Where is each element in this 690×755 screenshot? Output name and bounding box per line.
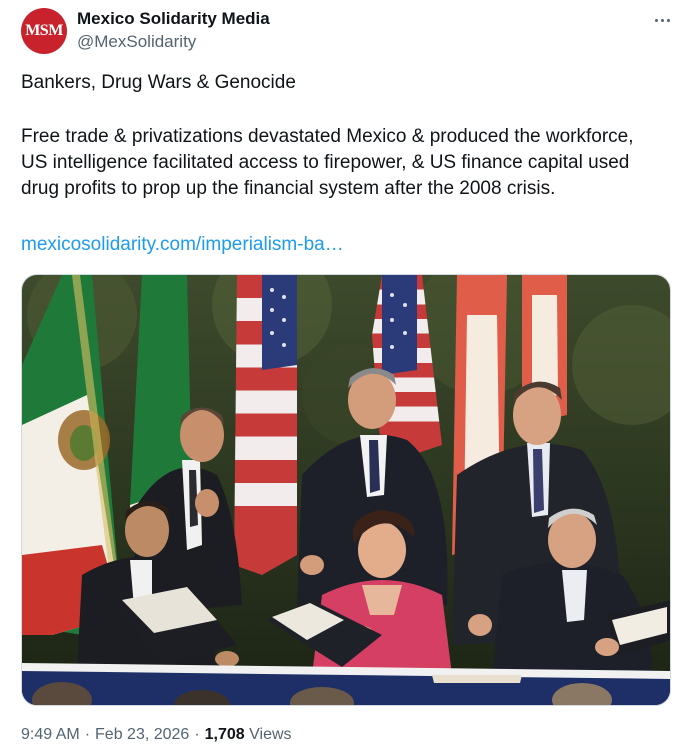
article-link[interactable]: mexicosolidarity.com/imperialism-ba…	[21, 232, 344, 258]
tweet-paragraph-line: Free trade & privatizations devastated M…	[21, 126, 634, 147]
avatar[interactable]: MSM	[21, 8, 67, 54]
avatar-text: MSM	[25, 22, 63, 39]
meta-separator: ·	[84, 726, 91, 743]
views-count[interactable]: 1,708	[205, 726, 245, 743]
views-label: Views	[249, 726, 292, 743]
tweet-photo[interactable]	[21, 274, 671, 706]
photo-image	[22, 275, 670, 705]
tweet-date[interactable]: Feb 23, 2026	[95, 726, 189, 743]
tweet-paragraph: Free trade & privatizations devastated M…	[21, 124, 681, 202]
tweet-title: Bankers, Drug Wars & Genocide	[21, 72, 296, 93]
tweet-card: MSM Mexico Solidarity Media @MexSolidari…	[0, 0, 690, 755]
tweet-paragraph-line: drug profits to prop up the financial sy…	[21, 178, 556, 199]
author-display-name[interactable]: Mexico Solidarity Media	[77, 9, 270, 29]
tweet-paragraph-line: US intelligence facilitated access to fi…	[21, 152, 630, 173]
tweet-time[interactable]: 9:49 AM	[21, 726, 80, 743]
author-handle[interactable]: @MexSolidarity	[77, 32, 196, 52]
meta-separator: ·	[194, 726, 200, 743]
tweet-meta: 9:49 AM · Feb 23, 2026 · 1,708 Views	[21, 726, 292, 744]
more-options-icon[interactable]	[648, 8, 676, 32]
